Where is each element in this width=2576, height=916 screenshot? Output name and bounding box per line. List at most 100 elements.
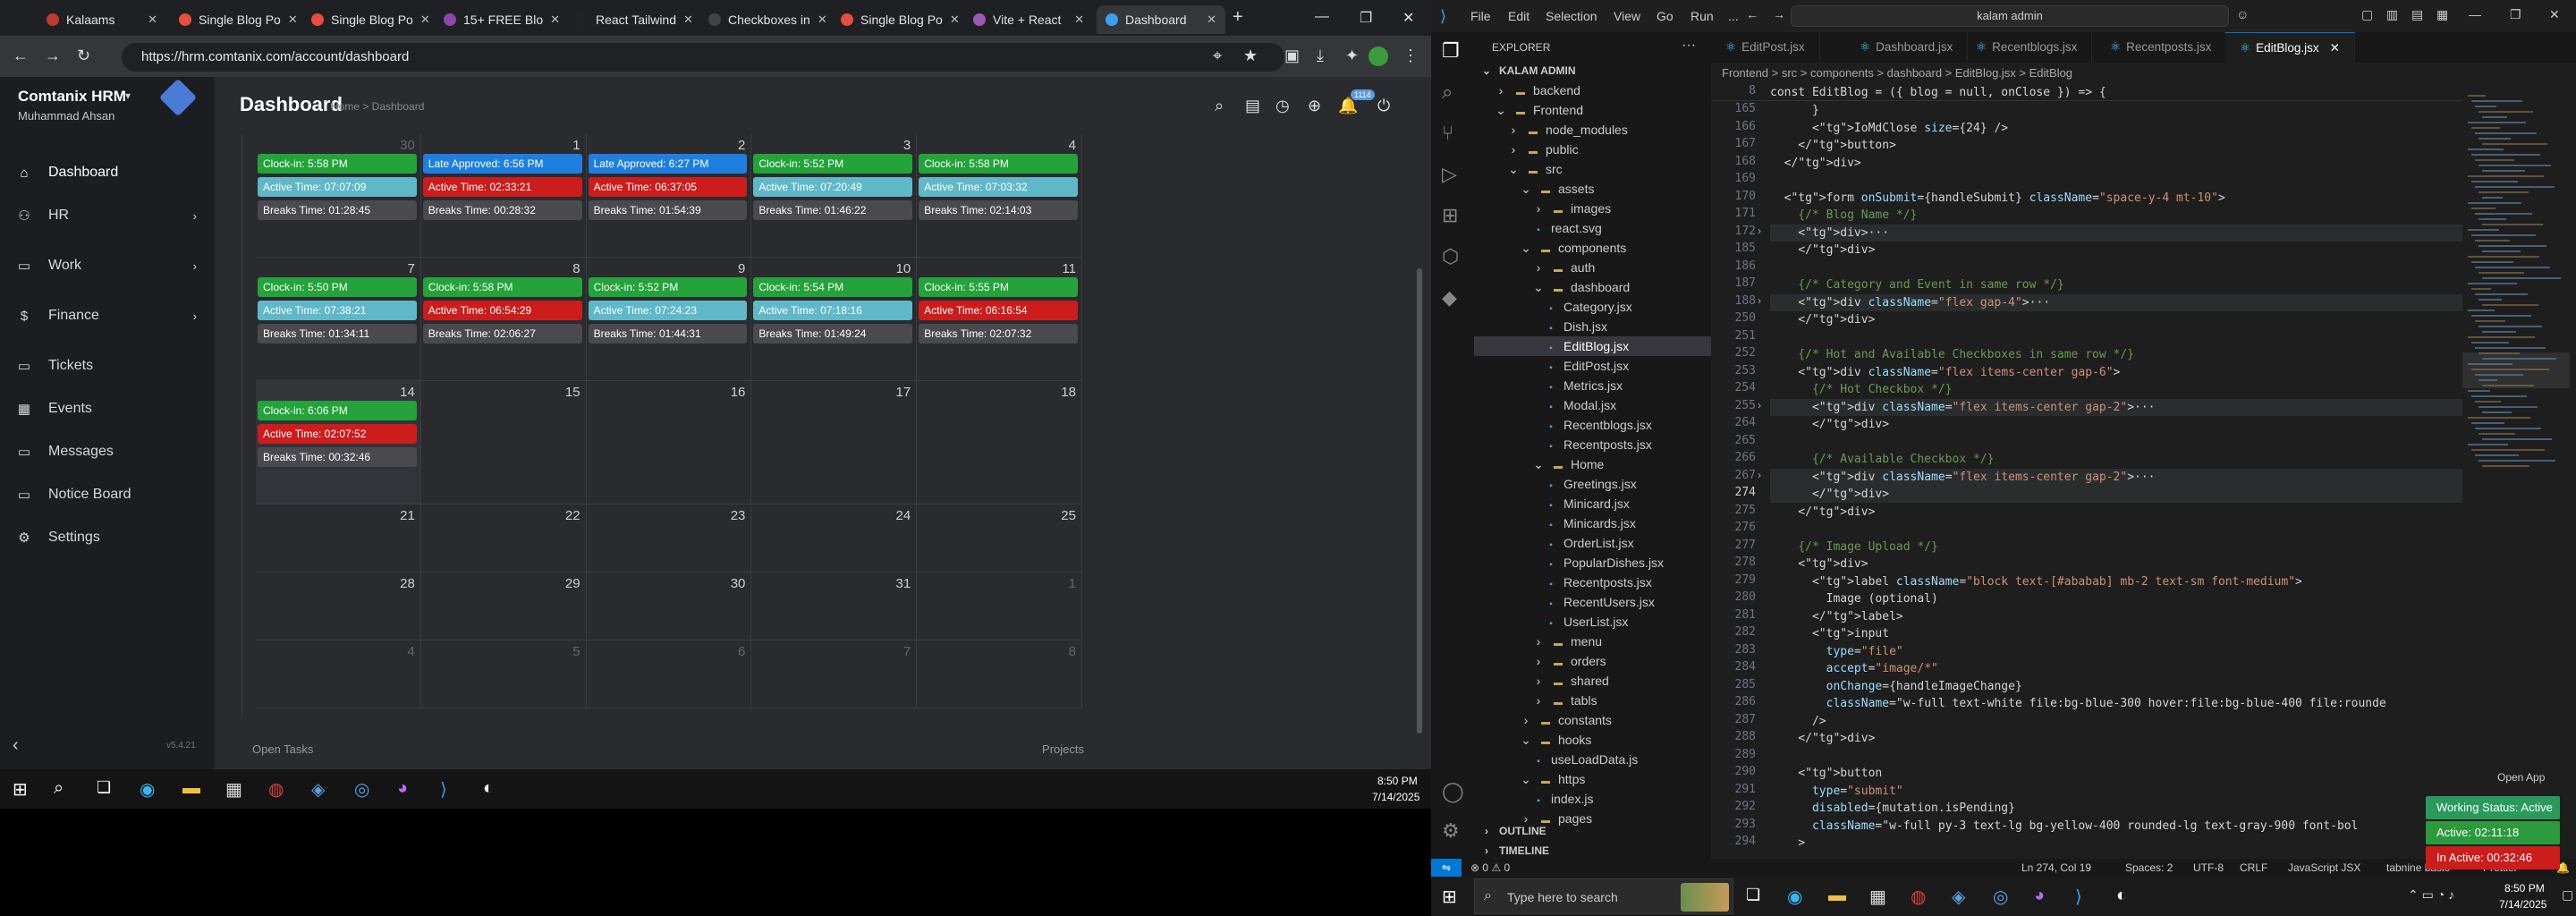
calendar-day[interactable]: 25 (917, 505, 1082, 572)
search-taskbar-icon[interactable]: ⌕ (54, 778, 64, 799)
power-icon[interactable]: ⏻ (1377, 97, 1390, 115)
account-icon[interactable]: ◯ (1442, 780, 1464, 803)
attendance-event[interactable]: Breaks Time: 01:34:11 (258, 324, 417, 344)
location-icon[interactable]: ⌖ (1213, 47, 1222, 65)
sidebar-item-finance[interactable]: $ Finance › (16, 299, 215, 333)
browser-tab[interactable]: Single Blog Po ✕ (170, 5, 299, 34)
browser-tab[interactable]: Vite + React ✕ (964, 5, 1093, 34)
file-item[interactable]: ▪ Modal.jsx (1474, 395, 1711, 415)
tab-close-icon[interactable]: ✕ (683, 13, 693, 27)
file-item[interactable]: ▪ Recentposts.jsx (1474, 435, 1711, 454)
store-icon[interactable]: ▦ (225, 778, 242, 801)
attendance-event[interactable]: Active Time: 07:03:32 (919, 177, 1078, 197)
attendance-event[interactable]: Breaks Time: 01:54:39 (588, 200, 748, 220)
code-editor[interactable]: 8 const EditBlog = ({ blog = null, onClos… (1711, 84, 2462, 853)
new-tab-button[interactable]: + (1233, 7, 1243, 28)
file-item[interactable]: ▪ Minicards.jsx (1474, 513, 1711, 533)
calendar-day[interactable]: 28 (256, 572, 421, 640)
attendance-event[interactable]: Late Approved: 6:56 PM (422, 154, 582, 174)
explorer-icon[interactable]: ❐ (1442, 39, 1460, 63)
calendar-day[interactable]: 7 Clock-in: 5:50 PM Active Time: 07:38:21 B… (256, 258, 421, 381)
folder-item[interactable]: › ▬ orders (1474, 651, 1711, 671)
close-window-icon[interactable]: ✕ (1402, 9, 1414, 27)
calendar-day[interactable]: 18 (917, 381, 1082, 505)
calendar-day[interactable]: 23 (586, 505, 752, 572)
menu-dots-icon[interactable]: ⋮ (1402, 47, 1419, 65)
folder-item[interactable]: ⌄ ▬ components (1474, 238, 1711, 258)
tabnine-icon[interactable]: ◆ (1442, 286, 1457, 310)
calendar-day[interactable]: 7 (751, 640, 918, 708)
attendance-event[interactable]: Active Time: 06:16:54 (919, 301, 1078, 320)
calendar-day[interactable]: 31 (751, 572, 918, 640)
calendar-day[interactable]: 14 Clock-in: 6:06 PM Active Time: 02:07:52… (256, 381, 421, 505)
attendance-event[interactable]: Clock-in: 5:54 PM (753, 277, 913, 297)
minimize-icon[interactable]: — (1315, 9, 1329, 25)
tab-close-icon[interactable]: ✕ (420, 13, 430, 27)
attendance-event[interactable]: Active Time: 07:24:23 (588, 301, 748, 320)
folder-item[interactable]: › ▬ backend (1474, 81, 1711, 100)
taskview-icon[interactable]: ❏ (97, 778, 111, 797)
tab-close-icon[interactable]: ✕ (148, 13, 157, 27)
calendar-day[interactable]: 6 (586, 640, 752, 708)
manage-gear-icon[interactable]: ⚙ (1442, 819, 1460, 843)
sidebar-item-hr[interactable]: ⚇ HR › (16, 199, 215, 233)
sidebar-item-notice-board[interactable]: ▭ Notice Board (16, 478, 215, 512)
folder-item[interactable]: › ▬ pages (1474, 809, 1711, 828)
attendance-event[interactable]: Breaks Time: 01:49:24 (753, 324, 913, 344)
remote-status-icon[interactable]: ⇋ (1431, 859, 1462, 877)
problems-status[interactable]: ⊗ 0 ⚠ 0 (1470, 859, 1510, 877)
tab-close-icon[interactable]: ✕ (950, 13, 960, 27)
attendance-event[interactable]: Active Time: 02:07:52 (258, 424, 417, 444)
vscode-minimize-icon[interactable]: — (2469, 7, 2481, 21)
browser-tab[interactable]: Dashboard ✕ (1097, 5, 1225, 34)
calendar-day[interactable]: 30 Clock-in: 5:58 PM Active Time: 07:07:09… (256, 134, 421, 258)
taskview2-icon[interactable]: ❏ (1746, 886, 1760, 904)
tab-close-icon[interactable]: ✕ (818, 13, 827, 27)
page-scrollbar[interactable] (1417, 268, 1422, 734)
file-item[interactable]: ▪ OrderList.jsx (1474, 533, 1711, 553)
calendar-day[interactable]: 4 Clock-in: 5:58 PM Active Time: 07:03:32 B… (917, 134, 1082, 258)
browser-tab[interactable]: 15+ FREE Blo ✕ (435, 5, 564, 34)
bookmark-star-icon[interactable]: ★ (1243, 47, 1258, 65)
vscode-restore-icon[interactable]: ❐ (2510, 7, 2521, 22)
attendance-event[interactable]: Breaks Time: 02:06:27 (422, 324, 582, 344)
calendar-day[interactable]: 11 Clock-in: 5:55 PM Active Time: 06:16:54… (917, 258, 1082, 381)
tab-close-icon[interactable]: ✕ (550, 13, 560, 27)
github2-icon[interactable]: ◕ (2034, 886, 2045, 906)
folder-item[interactable]: › ▬ constants (1474, 710, 1711, 730)
app-icon[interactable]: ◈ (311, 778, 325, 801)
remote-icon[interactable]: ⬡ (1442, 245, 1459, 268)
attendance-event[interactable]: Active Time: 07:18:16 (753, 301, 913, 320)
file-item[interactable]: ▪ UserList.jsx (1474, 612, 1711, 632)
secondary-sidebar-icon[interactable]: ▦ (2436, 7, 2448, 22)
sidebar-item-settings[interactable]: ⚙ Settings (16, 521, 215, 555)
attendance-event[interactable]: Active Time: 07:38:21 (258, 301, 417, 320)
file-item[interactable]: ▪ index.js (1474, 789, 1711, 809)
edge-icon[interactable]: ◉ (140, 778, 155, 801)
file-item[interactable]: ▪ react.svg (1474, 218, 1711, 238)
calendar-day[interactable]: 8 Clock-in: 5:58 PM Active Time: 06:54:29 B… (420, 258, 587, 381)
inbox-icon[interactable]: ▤ (1245, 97, 1260, 115)
source-control-icon[interactable]: ⑂ (1442, 122, 1453, 145)
app3-icon[interactable]: ◈ (1952, 886, 1965, 908)
vscode-taskbar-icon[interactable]: ⟩ (440, 778, 447, 801)
workspace-root[interactable]: ⌄ KALAM ADMIN (1479, 61, 1576, 81)
app4-icon[interactable]: ◐ (2116, 886, 2127, 906)
minimap[interactable] (2462, 84, 2570, 853)
search-activity-icon[interactable]: ⌕ (1442, 81, 1453, 104)
tab-close-icon[interactable]: ✕ (2330, 41, 2340, 55)
search-icon[interactable]: ⌕ (1215, 97, 1224, 115)
attendance-event[interactable]: Active Time: 02:33:21 (422, 177, 582, 197)
calendar-day[interactable]: 9 Clock-in: 5:52 PM Active Time: 07:24:23 B… (586, 258, 752, 381)
file-item[interactable]: ▪ Recentblogs.jsx (1474, 415, 1711, 435)
zoom-icon[interactable]: ◎ (354, 778, 369, 801)
menu-run[interactable]: Run (1690, 9, 1714, 23)
calendar-day[interactable]: 29 (420, 572, 587, 640)
calendar-day[interactable]: 2 Late Approved: 6:27 PM Active Time: 06:3… (586, 134, 752, 258)
eol-status[interactable]: CRLF (2240, 859, 2267, 877)
puzzle-icon[interactable]: ✦ (1345, 47, 1359, 65)
reload-icon[interactable]: ↻ (77, 47, 90, 65)
menu-edit[interactable]: Edit (1508, 9, 1530, 23)
open-app-button[interactable]: Open App (2497, 771, 2545, 784)
attendance-event[interactable]: Clock-in: 5:52 PM (753, 154, 913, 174)
